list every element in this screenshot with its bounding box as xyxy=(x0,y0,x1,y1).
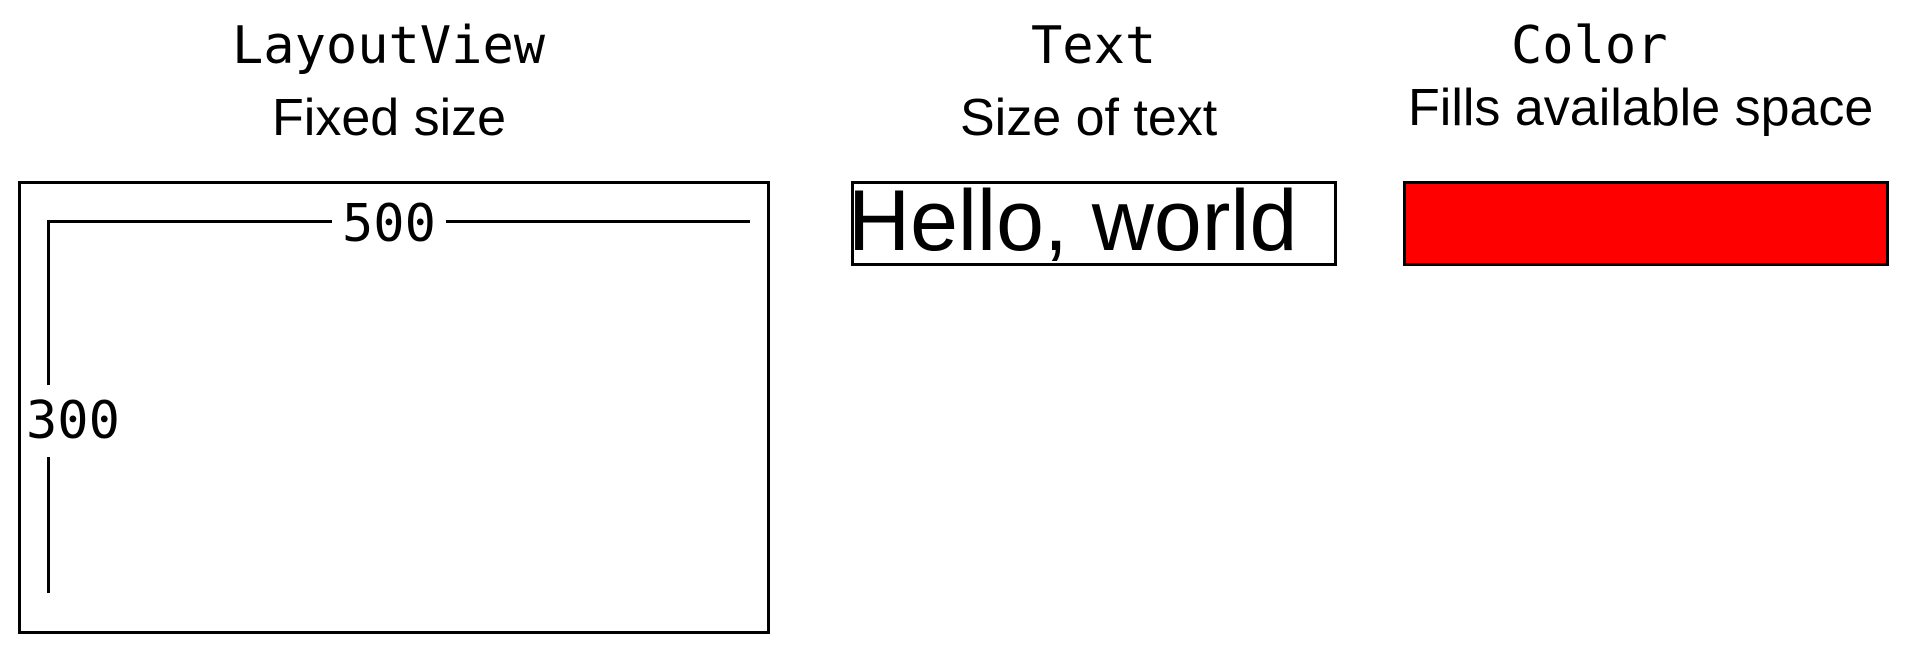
layoutview-subtitle: Fixed size xyxy=(272,89,507,147)
layoutview-title: LayoutView xyxy=(232,16,546,76)
color-subtitle: Fills available space xyxy=(1408,79,1874,137)
red-color-swatch xyxy=(1403,181,1889,266)
height-label: 300 xyxy=(26,385,120,457)
hello-world-text: Hello, world xyxy=(848,173,1298,269)
color-title: Color xyxy=(1511,16,1668,76)
text-title: Text xyxy=(1031,16,1157,76)
width-label: 500 xyxy=(332,198,446,250)
text-subtitle: Size of text xyxy=(960,89,1218,147)
